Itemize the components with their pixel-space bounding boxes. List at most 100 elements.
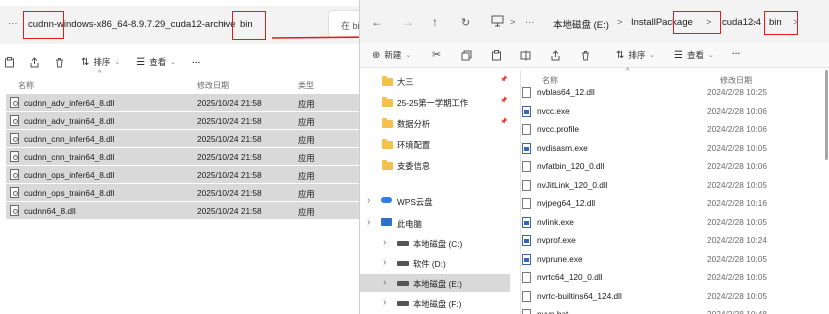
file-row[interactable]: nvprof.exe 2024/2/28 10:24	[519, 231, 809, 249]
chevron-right-icon[interactable]: ›	[383, 257, 386, 268]
quick-access-label: 数据分析	[397, 119, 431, 129]
chevron-right-icon[interactable]: ›	[383, 277, 386, 288]
file-modified: 2025/10/24 21:58	[197, 134, 262, 144]
vertical-scrollbar[interactable]	[825, 70, 828, 160]
delete-icon[interactable]	[54, 57, 65, 68]
delete-icon[interactable]	[580, 50, 591, 61]
refresh-icon[interactable]: ↻	[461, 16, 470, 29]
quick-access-item[interactable]: 环境配置	[360, 135, 510, 153]
file-row[interactable]: cudnn_adv_train64_8.dll 2025/10/24 21:58 应…	[6, 112, 360, 129]
chevron-right-icon[interactable]: ›	[383, 237, 386, 248]
more-options-button[interactable]: ···	[192, 57, 201, 67]
sort-icon: ⇅	[81, 56, 90, 68]
chevron-right-icon[interactable]: ›	[367, 195, 370, 206]
file-row[interactable]: nvfatbin_120_0.dll 2024/2/28 10:06	[519, 157, 809, 175]
tree-item[interactable]: › 本地磁盘 (E:)	[360, 274, 510, 292]
file-row[interactable]: nvprune.exe 2024/2/28 10:05	[519, 250, 809, 268]
file-row[interactable]: nvcc.exe 2024/2/28 10:06	[519, 102, 809, 120]
quick-access-item[interactable]: 数据分析 📌	[360, 114, 510, 132]
chevron-right-icon[interactable]: ›	[383, 297, 386, 308]
quick-access-label: 大三	[397, 77, 414, 87]
pin-icon[interactable]: 📌	[500, 118, 507, 125]
dll-file-icon	[10, 205, 19, 216]
view-button[interactable]: ☰ 查看 ⌄	[674, 49, 714, 61]
breadcrumb-separator: >	[793, 17, 799, 28]
quick-access-item[interactable]: 大三 📌	[360, 72, 510, 90]
forward-arrow-icon[interactable]: →	[402, 15, 414, 29]
file-row[interactable]: nvlink.exe 2024/2/28 10:05	[519, 213, 809, 231]
paste-icon[interactable]	[4, 56, 15, 68]
tree-item[interactable]: › 此电脑	[360, 214, 510, 232]
this-pc-icon[interactable]	[491, 15, 504, 27]
file-modified: 2024/2/28 10:16	[707, 198, 767, 208]
file-row[interactable]: nvrtc64_120_0.dll 2024/2/28 10:05	[519, 268, 809, 286]
file-row[interactable]: cudnn_adv_infer64_8.dll 2025/10/24 21:58 应…	[6, 94, 360, 111]
file-name: cudnn64_8.dll	[24, 206, 76, 216]
new-button[interactable]: ⊕ 新建 ⌄	[372, 49, 411, 61]
file-row[interactable]: cudnn64_8.dll 2025/10/24 21:58 应用	[6, 202, 360, 219]
rename-icon[interactable]	[520, 50, 531, 61]
exe-file-icon	[522, 142, 531, 154]
sort-button[interactable]: ⇅ 排序 ⌄	[616, 49, 655, 61]
file-modified: 2024/2/28 10:05	[707, 253, 767, 264]
chevron-right-icon[interactable]: ›	[367, 217, 370, 228]
copy-icon[interactable]	[461, 50, 472, 61]
file-row[interactable]: nvrtc-builtins64_124.dll 2024/2/28 10:05	[519, 287, 809, 305]
quick-access-item[interactable]: 支委信息	[360, 156, 510, 174]
tree-item[interactable]: › 软件 (D:)	[360, 254, 510, 272]
tree-item[interactable]: › 本地磁盘 (F:)	[360, 294, 510, 312]
dll-file-icon	[522, 198, 531, 209]
tree-item[interactable]: › 本地磁盘 (C:)	[360, 234, 510, 252]
drive-icon	[397, 241, 409, 246]
tree-item-label: WPS云盘	[397, 197, 433, 207]
tree-item-label: 本地磁盘 (F:)	[413, 299, 462, 309]
column-header-modified[interactable]: 修改日期	[197, 80, 229, 91]
more-options-button[interactable]: ···	[732, 48, 741, 58]
breadcrumb-more[interactable]: ···	[8, 18, 18, 29]
sort-icon: ⇅	[616, 49, 625, 61]
breadcrumb-more[interactable]: ···	[525, 17, 535, 28]
view-label: 查看	[686, 50, 704, 60]
annotation-box-bin	[232, 11, 266, 40]
column-header-type[interactable]: 类型	[298, 80, 314, 91]
folder-icon	[382, 118, 393, 128]
view-button[interactable]: ☰ 查看 ⌄	[136, 56, 176, 68]
file-row[interactable]: nvJitLink_120_0.dll 2024/2/28 10:05	[519, 176, 809, 194]
breadcrumb-drive-e[interactable]: 本地磁盘 (E:)	[553, 17, 609, 31]
file-name: cudnn_ops_infer64_8.dll	[24, 170, 115, 180]
annotation-box-cudnn	[23, 11, 64, 39]
chevron-down-icon: ⌄	[114, 59, 121, 66]
file-row[interactable]: cudnn_cnn_infer64_8.dll 2025/10/24 21:58 应…	[6, 130, 360, 147]
share-icon[interactable]	[550, 50, 561, 61]
folder-icon	[382, 160, 393, 170]
share-icon[interactable]	[29, 56, 40, 68]
file-row[interactable]: cudnn_cnn_train64_8.dll 2025/10/24 21:58 应…	[6, 148, 360, 165]
column-header-name[interactable]: 名称	[18, 80, 34, 91]
file-row[interactable]: nvjpeg64_12.dll 2024/2/28 10:16	[519, 194, 809, 212]
file-modified: 2024/2/28 10:06	[707, 124, 767, 134]
file-row[interactable]: nvvp.bat 2024/2/28 10:48	[519, 305, 809, 314]
file-name: cudnn_cnn_train64_8.dll	[24, 152, 115, 162]
file-row[interactable]: nvblas64_12.dll 2024/2/28 10:25	[519, 83, 809, 101]
file-modified: 2024/2/28 10:05	[707, 272, 767, 282]
file-name: nvjpeg64_12.dll	[537, 198, 596, 208]
file-row[interactable]: cudnn_ops_train64_8.dll 2025/10/24 21:58 应…	[6, 184, 360, 201]
file-row[interactable]: nvcc.profile 2024/2/28 10:06	[519, 120, 809, 138]
file-row[interactable]: cudnn_ops_infer64_8.dll 2025/10/24 21:58 应…	[6, 166, 360, 183]
pin-icon[interactable]: 📌	[500, 97, 507, 104]
up-arrow-icon[interactable]: ↑	[432, 15, 438, 29]
cut-icon[interactable]: ✂	[432, 48, 441, 61]
file-modified: 2024/2/28 10:05	[707, 216, 767, 227]
back-arrow-icon[interactable]: ←	[371, 15, 383, 29]
quick-access-item[interactable]: 25-25第一学期工作 📌	[360, 93, 510, 111]
pin-icon[interactable]: 📌	[500, 76, 507, 83]
new-label: 新建	[384, 50, 402, 60]
file-row[interactable]: nvdisasm.exe 2024/2/28 10:05	[519, 139, 809, 157]
file-modified: 2024/2/28 10:25	[707, 87, 767, 97]
sort-button[interactable]: ⇅ 排序 ⌄	[81, 56, 120, 68]
paste-icon[interactable]	[491, 50, 502, 61]
breadcrumb-separator: >	[751, 17, 757, 28]
tree-item[interactable]: › WPS云盘	[360, 192, 510, 210]
folder-icon	[382, 76, 393, 86]
dll-file-icon	[522, 87, 531, 98]
